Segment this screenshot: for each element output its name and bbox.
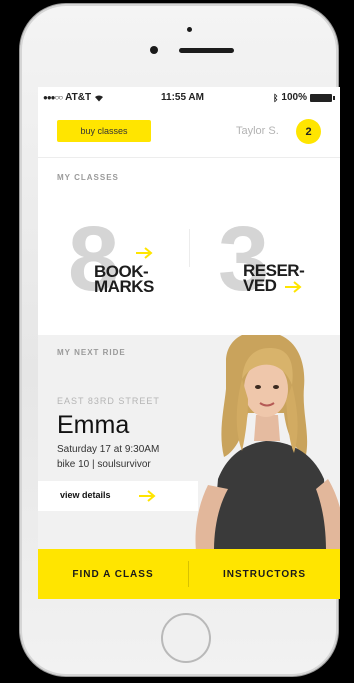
app-screen: ●●●○○ AT&T 11:55 AM ᛒ 100% buy classes T… — [38, 87, 340, 599]
reserved-label-2: VED — [243, 276, 277, 295]
carrier-label: AT&T — [65, 92, 92, 103]
header-divider — [38, 157, 340, 158]
ride-time: Saturday 17 at 9:30AM — [57, 444, 160, 455]
battery-percent: 100% — [281, 92, 307, 103]
sensor-icon — [150, 46, 158, 54]
my-classes-section: MY CLASSES 8 BOOK- MARKS 3 RESER- VED — [38, 159, 340, 335]
instructor-name: Emma — [57, 411, 130, 439]
bottom-nav: FIND A CLASS INSTRUCTORS — [38, 549, 340, 599]
user-name[interactable]: Taylor S. — [236, 125, 279, 137]
status-time: 11:55 AM — [161, 92, 204, 103]
bookmarks-label-2: MARKS — [94, 277, 154, 296]
find-class-button[interactable]: FIND A CLASS — [38, 549, 188, 599]
home-button[interactable] — [161, 613, 211, 663]
instructors-button[interactable]: INSTRUCTORS — [189, 549, 340, 599]
buy-classes-button[interactable]: buy classes — [57, 120, 151, 142]
camera-icon — [187, 27, 192, 32]
reserved-stat[interactable]: 3 RESER- VED — [189, 159, 340, 335]
notification-badge[interactable]: 2 — [296, 119, 321, 144]
ride-bike: bike 10 | soulsurvivor — [57, 459, 151, 470]
bluetooth-icon: ᛒ — [273, 92, 279, 103]
view-details-row[interactable]: view details — [38, 481, 198, 511]
instructor-photo — [195, 335, 340, 549]
arrow-right-icon — [139, 490, 156, 502]
battery-icon — [310, 93, 335, 102]
view-details-link[interactable]: view details — [60, 490, 111, 500]
ride-location: EAST 83RD STREET — [57, 396, 160, 406]
next-ride-label: MY NEXT RIDE — [57, 348, 126, 357]
next-ride-section: MY NEXT RIDE EAST 83RD STREET Emma Satur… — [38, 335, 340, 549]
arrow-right-icon — [285, 281, 302, 293]
speaker-icon — [179, 48, 234, 53]
app-header: buy classes Taylor S. 2 — [38, 107, 340, 157]
wifi-icon — [95, 94, 104, 101]
arrow-right-icon — [136, 247, 153, 259]
signal-dots-icon: ●●●○○ — [43, 93, 63, 102]
status-bar: ●●●○○ AT&T 11:55 AM ᛒ 100% — [38, 87, 340, 107]
bookmarks-stat[interactable]: 8 BOOK- MARKS — [38, 159, 188, 335]
